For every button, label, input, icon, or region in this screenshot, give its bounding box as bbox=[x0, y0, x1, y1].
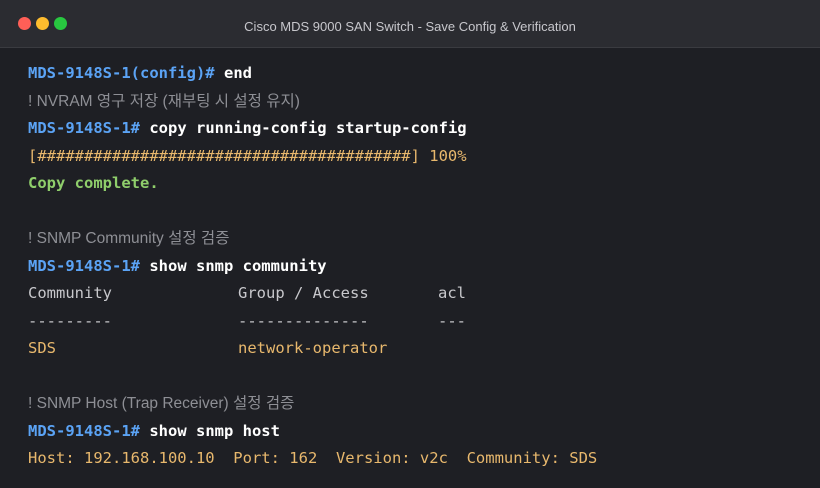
title-bar: Cisco MDS 9000 SAN Switch - Save Config … bbox=[0, 0, 820, 48]
command-line: MDS-9148S-1(config)# end bbox=[28, 60, 800, 88]
table-separator: -------------- bbox=[238, 311, 369, 330]
command: end bbox=[223, 64, 252, 82]
command-line: MDS-9148S-1# copy running-config startup… bbox=[28, 115, 800, 143]
prompt: MDS-9148S-1# bbox=[28, 256, 140, 275]
command: show snmp host bbox=[149, 421, 280, 440]
table-header: Community bbox=[28, 284, 112, 302]
comment-line: ! SNMP Community 설정 검증 bbox=[28, 230, 230, 247]
table-separator: --------- bbox=[28, 311, 112, 330]
command: copy running-config startup-config bbox=[149, 119, 467, 137]
command: show snmp community bbox=[149, 256, 327, 275]
progress-output: [#######################################… bbox=[28, 146, 467, 165]
table-cell: SDS bbox=[28, 339, 56, 357]
prompt: MDS-9148S-1(config)# bbox=[28, 64, 215, 82]
table-cell: network-operator bbox=[238, 339, 388, 357]
table-separator: --- bbox=[438, 311, 466, 330]
command-line: MDS-9148S-1# show snmp community bbox=[28, 253, 800, 281]
table-header: acl bbox=[438, 284, 466, 302]
comment-line: ! SNMP Host (Trap Receiver) 설정 검증 bbox=[28, 395, 295, 412]
table-separator-row: --------- -------------- --- bbox=[28, 308, 800, 336]
table-row: SDS network-operator bbox=[28, 335, 800, 363]
table-header-row: Community Group / Access acl bbox=[28, 280, 800, 308]
terminal-output[interactable]: MDS-9148S-1(config)# end ! NVRAM 영구 저장 (… bbox=[28, 60, 800, 473]
host-output: Host: 192.168.100.10 Port: 162 Version: … bbox=[28, 449, 598, 467]
prompt: MDS-9148S-1# bbox=[28, 421, 140, 440]
prompt: MDS-9148S-1# bbox=[28, 119, 140, 137]
terminal-window: Cisco MDS 9000 SAN Switch - Save Config … bbox=[0, 0, 820, 488]
window-title: Cisco MDS 9000 SAN Switch - Save Config … bbox=[244, 19, 576, 34]
success-message: Copy complete. bbox=[28, 174, 159, 192]
comment-line: ! NVRAM 영구 저장 (재부팅 시 설정 유지) bbox=[28, 92, 300, 110]
command-line: MDS-9148S-1# show snmp host bbox=[28, 418, 800, 446]
table-header: Group / Access bbox=[238, 284, 369, 302]
